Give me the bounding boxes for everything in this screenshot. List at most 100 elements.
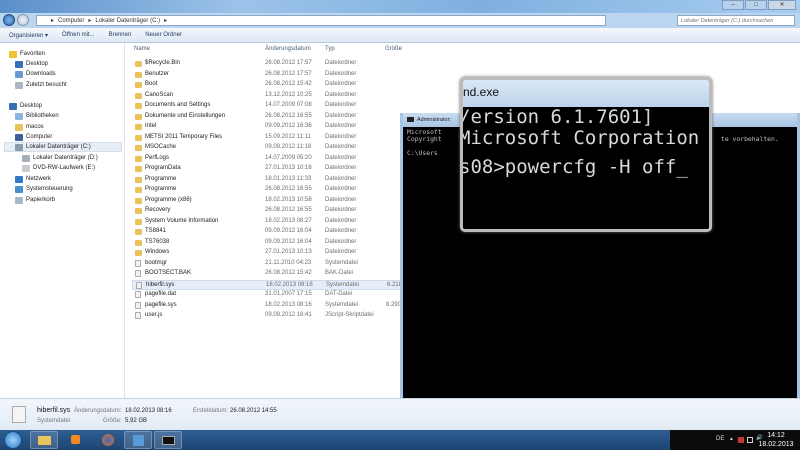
file-name: TS76038 (145, 238, 170, 245)
nav-network[interactable]: Netzwerk (15, 174, 51, 184)
file-row[interactable]: PerfLogs 14.07.2009 05:20 Dateiordner (132, 154, 412, 164)
file-row[interactable]: Programme 26.08.2012 16:55 Dateiordner (132, 185, 412, 195)
maximize-button[interactable]: □ (745, 0, 767, 10)
nav-drive-d[interactable]: Lokaler Datenträger (D:) (22, 153, 98, 163)
file-type: Dateiordner (325, 228, 357, 234)
column-size[interactable]: Größe (385, 46, 402, 52)
nav-favorites[interactable]: Favoriten (9, 49, 45, 59)
nav-drive-c[interactable]: Lokaler Datenträger (C:) (4, 142, 122, 152)
file-date: 09.09.2012 16:04 (265, 238, 312, 245)
magnifier-text: /ersion 6.1.7601] Microsoft Corporation s0… (460, 106, 700, 178)
show-hidden-icons[interactable]: ▴ (730, 436, 733, 442)
file-row[interactable]: Intel 09.09.2012 16:36 Dateiordner (132, 122, 412, 132)
magnifier-title: nd.exe (463, 80, 709, 107)
file-type: DAT-Datei (325, 291, 353, 297)
file-row[interactable]: MSOCache 09.09.2012 11:18 Dateiordner (132, 143, 412, 153)
file-row[interactable]: $Recycle.Bin 26.08.2012 17:57 Dateiordne… (132, 59, 412, 69)
breadcrumb-drive-c[interactable]: Lokaler Datenträger (C:) (95, 18, 160, 24)
file-type: Dateiordner (325, 123, 357, 129)
file-name: ProgramData (145, 165, 181, 171)
search-input[interactable] (677, 15, 795, 26)
file-row[interactable]: Dokumente und Einstellungen 26.08.2012 1… (132, 112, 412, 122)
file-name: METSI 2011 Temporary Files (145, 133, 223, 140)
address-bar-area: ▸ Computer ▸ Lokaler Datenträger (C:) ▸ (0, 13, 800, 28)
file-type: Dateiordner (325, 144, 357, 150)
close-button[interactable]: ✕ (768, 0, 796, 10)
back-button[interactable] (3, 14, 15, 26)
address-bar[interactable]: ▸ Computer ▸ Lokaler Datenträger (C:) ▸ (36, 15, 606, 26)
column-date[interactable]: Änderungsdatum (265, 46, 311, 52)
nav-libraries[interactable]: Bibliotheken (15, 111, 59, 121)
file-date: 18.01.2013 11:33 (265, 175, 312, 182)
column-type[interactable]: Typ (325, 46, 335, 52)
file-row[interactable]: pagefile.sys 18.02.2013 08:16 Systemdate… (132, 301, 412, 311)
file-row[interactable]: CanoScan 13.12.2012 10:25 Dateiordner (132, 91, 412, 101)
libraries-icon (15, 112, 23, 120)
file-row[interactable]: Benutzer 26.08.2012 17:57 Dateiordner (132, 70, 412, 80)
file-icon (136, 281, 142, 289)
file-name: pagefile.sys (145, 301, 177, 308)
taskbar-cmd[interactable] (154, 431, 182, 449)
breadcrumb-computer[interactable]: Computer (58, 18, 84, 24)
taskbar-control-panel[interactable] (124, 431, 152, 449)
file-date: 27.01.2013 10:13 (265, 249, 312, 255)
taskbar-firefox[interactable] (94, 431, 122, 449)
open-with-button[interactable]: Öffnen mit... (62, 32, 95, 38)
nav-recycle-bin[interactable]: Papierkorb (15, 195, 55, 205)
file-row[interactable]: pagefile.dat 31.01.2007 17:15 DAT-Datei (132, 290, 412, 300)
file-row[interactable]: TS76038 09.09.2012 16:04 Dateiordner (132, 238, 412, 248)
file-row[interactable]: Programme (x86) 18.02.2013 10:58 Dateior… (132, 196, 412, 206)
file-name: pagefile.dat (145, 291, 177, 297)
file-row[interactable]: user.js 09.09.2012 18:41 JScript-Skriptd… (132, 311, 412, 321)
organize-button[interactable]: Organisieren ▾ (9, 32, 48, 39)
file-row[interactable]: TS8841 09.09.2012 16:04 Dateiordner (132, 227, 412, 237)
file-row[interactable]: bootmgr 21.11.2010 04:23 Systemdatei 3 (132, 259, 412, 269)
clock-date[interactable]: 18.02.2013 (756, 441, 796, 449)
file-name: Intel (145, 123, 157, 129)
title-bar: – □ ✕ (0, 0, 800, 13)
column-name[interactable]: Name (134, 46, 150, 52)
file-row[interactable]: ProgramData 27.01.2013 10:16 Dateiordner (132, 164, 412, 174)
file-row[interactable]: Windows 27.01.2013 10:13 Dateiordner (132, 248, 412, 258)
taskbar-explorer[interactable] (30, 431, 58, 449)
nav-control-panel[interactable]: Systemsteuerung (15, 184, 73, 194)
burn-button[interactable]: Brennen (109, 32, 132, 38)
language-indicator[interactable]: DE (716, 436, 724, 442)
file-type: JScript-Skriptdatei (325, 312, 374, 318)
file-row[interactable]: METSI 2011 Temporary Files 15.09.2012 11… (132, 133, 412, 143)
folder-icon (135, 176, 142, 183)
file-date: 18.02.2013 10:58 (265, 196, 312, 203)
file-type: Dateiordner (325, 186, 357, 192)
file-row[interactable]: BOOTSECT.BAK 26.08.2012 15:42 BAK-Datei (132, 269, 412, 279)
folder-icon (135, 250, 142, 256)
folder-icon (135, 187, 142, 193)
nav-computer[interactable]: Computer (15, 132, 52, 142)
nav-desktop[interactable]: Desktop (9, 101, 42, 111)
forward-button[interactable] (17, 14, 29, 26)
nav-desktop-fav[interactable]: Desktop (15, 59, 48, 69)
file-type: Dateiordner (325, 112, 357, 119)
file-type: Dateiordner (325, 60, 357, 66)
file-row[interactable]: hiberfil.sys 18.02.2013 08:16 Systemdate… (132, 279, 412, 290)
file-type: Dateiordner (325, 165, 357, 171)
nav-recent[interactable]: Zuletzt besucht (15, 80, 67, 90)
file-type: Dateiordner (325, 91, 357, 98)
folder-icon (135, 103, 142, 109)
taskbar-media-player[interactable] (62, 431, 90, 449)
action-center-icon[interactable] (738, 437, 744, 443)
network-icon[interactable] (747, 437, 753, 443)
new-folder-button[interactable]: Neuer Ordner (145, 32, 182, 38)
nav-downloads[interactable]: Downloads (15, 69, 56, 79)
file-row[interactable]: Programme 18.01.2013 11:33 Dateiordner (132, 175, 412, 185)
file-row[interactable]: Documents and Settings 14.07.2009 07:08 … (132, 101, 412, 111)
nav-drive-e[interactable]: DVD-RW-Laufwerk (E:) (22, 163, 95, 173)
user-folder-icon (15, 123, 23, 131)
file-row[interactable]: Boot 26.08.2012 15:42 Dateiordner (132, 80, 412, 90)
file-row[interactable]: Recovery 26.08.2012 16:55 Dateiordner (132, 206, 412, 216)
start-button[interactable] (4, 431, 22, 449)
minimize-button[interactable]: – (722, 0, 744, 10)
nav-user[interactable]: macos (15, 122, 44, 132)
file-row[interactable]: System Volume Information 18.02.2013 08:… (132, 217, 412, 227)
clock-time[interactable]: 14:12 (756, 432, 796, 440)
folder-icon (135, 229, 142, 235)
